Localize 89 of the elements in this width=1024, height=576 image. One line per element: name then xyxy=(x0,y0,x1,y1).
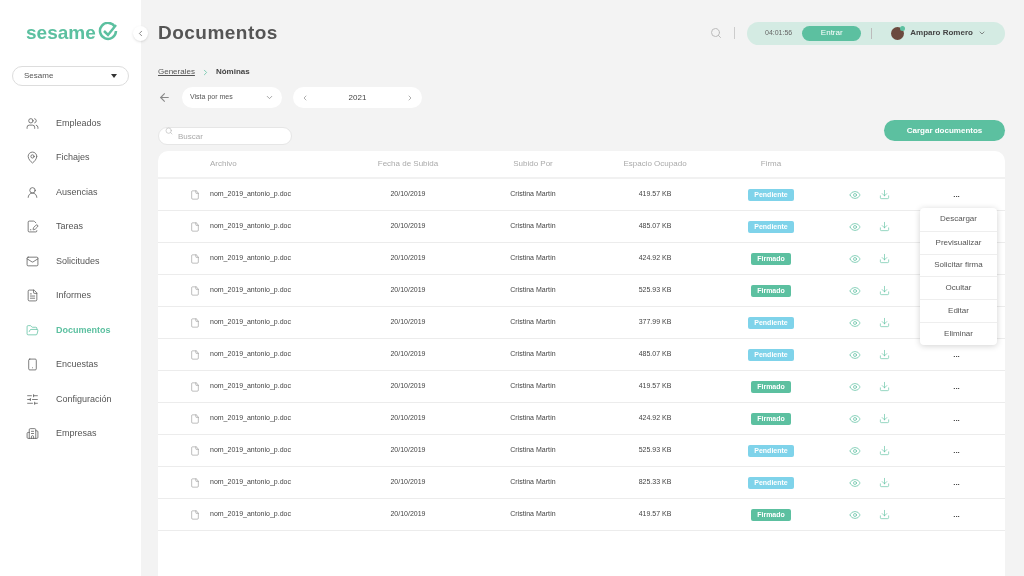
year-text: 2021 xyxy=(348,91,367,104)
more-button[interactable]: ... xyxy=(953,446,960,455)
nav-item[interactable]: Empleados xyxy=(0,106,141,141)
phone-icon xyxy=(26,358,39,372)
eye-icon[interactable] xyxy=(849,284,861,297)
nav-item[interactable]: Ausencias xyxy=(0,175,141,210)
download-icon[interactable] xyxy=(878,317,890,328)
collapse-button[interactable] xyxy=(133,26,148,41)
eye-icon[interactable] xyxy=(849,252,861,265)
download-icon[interactable] xyxy=(878,253,890,264)
caret-icon xyxy=(111,74,117,78)
eye-icon[interactable] xyxy=(849,348,861,361)
chevron-down-icon xyxy=(265,93,274,102)
download-icon[interactable] xyxy=(878,285,890,296)
file-icon xyxy=(190,317,200,328)
back-arrow-icon[interactable] xyxy=(158,91,171,104)
building-icon xyxy=(26,427,39,441)
page-title: Documentos xyxy=(158,20,278,45)
nav-item[interactable]: Configuración xyxy=(0,382,141,417)
file-icon xyxy=(190,189,200,200)
menu-item[interactable]: Descargar xyxy=(920,208,997,231)
file-icon xyxy=(190,349,200,360)
download-icon[interactable] xyxy=(878,349,890,360)
more-button[interactable]: ... xyxy=(953,478,960,487)
more-button[interactable]: ... xyxy=(953,350,960,359)
download-icon[interactable] xyxy=(878,413,890,424)
download-icon[interactable] xyxy=(878,221,890,232)
file-icon xyxy=(190,445,200,456)
breadcrumb-current: Nóminas xyxy=(215,66,250,78)
check-logo-icon xyxy=(97,22,118,42)
column-header: Archivo xyxy=(210,158,238,170)
column-header: Fecha de Subida xyxy=(376,158,440,170)
chevron-left-icon xyxy=(136,29,145,38)
download-icon[interactable] xyxy=(878,509,890,520)
nav-item[interactable]: Fichajes xyxy=(0,140,141,175)
eye-icon[interactable] xyxy=(849,412,861,425)
file-icon xyxy=(190,413,200,424)
download-icon[interactable] xyxy=(878,189,890,200)
file-icon xyxy=(190,221,200,232)
chevron-right-icon[interactable] xyxy=(406,93,414,102)
column-header: Firma xyxy=(759,158,783,170)
eye-icon[interactable] xyxy=(849,380,861,393)
file-icon xyxy=(190,381,200,392)
download-icon[interactable] xyxy=(878,445,890,456)
menu-item[interactable]: Editar xyxy=(920,299,997,322)
chevron-down-icon xyxy=(977,29,986,37)
file-icon xyxy=(190,253,200,264)
document-icon xyxy=(26,289,39,303)
file-icon xyxy=(190,477,200,488)
folder-icon xyxy=(26,323,39,337)
logo-text: sesame xyxy=(26,22,96,42)
download-icon[interactable] xyxy=(878,477,890,488)
eye-icon[interactable] xyxy=(849,220,861,233)
more-button[interactable]: ... xyxy=(953,190,960,199)
file-icon xyxy=(190,285,200,296)
menu-item[interactable]: Previsualizar xyxy=(920,230,997,254)
avatar xyxy=(891,26,905,40)
file-icon xyxy=(190,509,200,520)
eye-icon[interactable] xyxy=(849,188,861,201)
users-icon xyxy=(26,116,39,130)
eye-icon[interactable] xyxy=(849,476,861,489)
nav-item[interactable]: Empresas xyxy=(0,416,141,451)
column-header: Subido Por xyxy=(512,158,554,170)
location-pin-icon xyxy=(26,151,39,165)
more-button[interactable]: ... xyxy=(953,510,960,519)
menu-item[interactable]: Eliminar xyxy=(920,322,997,345)
breadcrumb-link[interactable]: Generales xyxy=(158,66,195,78)
search-icon[interactable] xyxy=(710,27,722,39)
nav-item[interactable]: Tareas xyxy=(0,209,141,244)
download-icon[interactable] xyxy=(878,381,890,392)
envelope-icon xyxy=(26,254,39,268)
eye-icon[interactable] xyxy=(849,316,861,329)
person-icon xyxy=(26,185,39,199)
search-field[interactable]: Buscar xyxy=(158,127,292,145)
eye-icon[interactable] xyxy=(849,508,861,521)
menu-item[interactable]: Ocultar xyxy=(920,276,997,300)
chevron-left-icon[interactable] xyxy=(301,93,309,102)
column-header: Espacio Ocupado xyxy=(622,158,688,170)
task-icon xyxy=(26,220,39,234)
nav-item[interactable]: Informes xyxy=(0,278,141,313)
menu-item[interactable]: Solicitar firma xyxy=(920,253,997,277)
more-button[interactable]: ... xyxy=(953,382,960,391)
sliders-icon xyxy=(26,392,39,406)
user-menu[interactable]: Amparo Romero xyxy=(910,27,986,39)
eye-icon[interactable] xyxy=(849,444,861,457)
search-icon xyxy=(165,126,173,135)
more-button[interactable]: ... xyxy=(953,414,960,423)
nav-item[interactable]: Encuestas xyxy=(0,347,141,382)
nav-item[interactable]: Solicitudes xyxy=(0,244,141,279)
